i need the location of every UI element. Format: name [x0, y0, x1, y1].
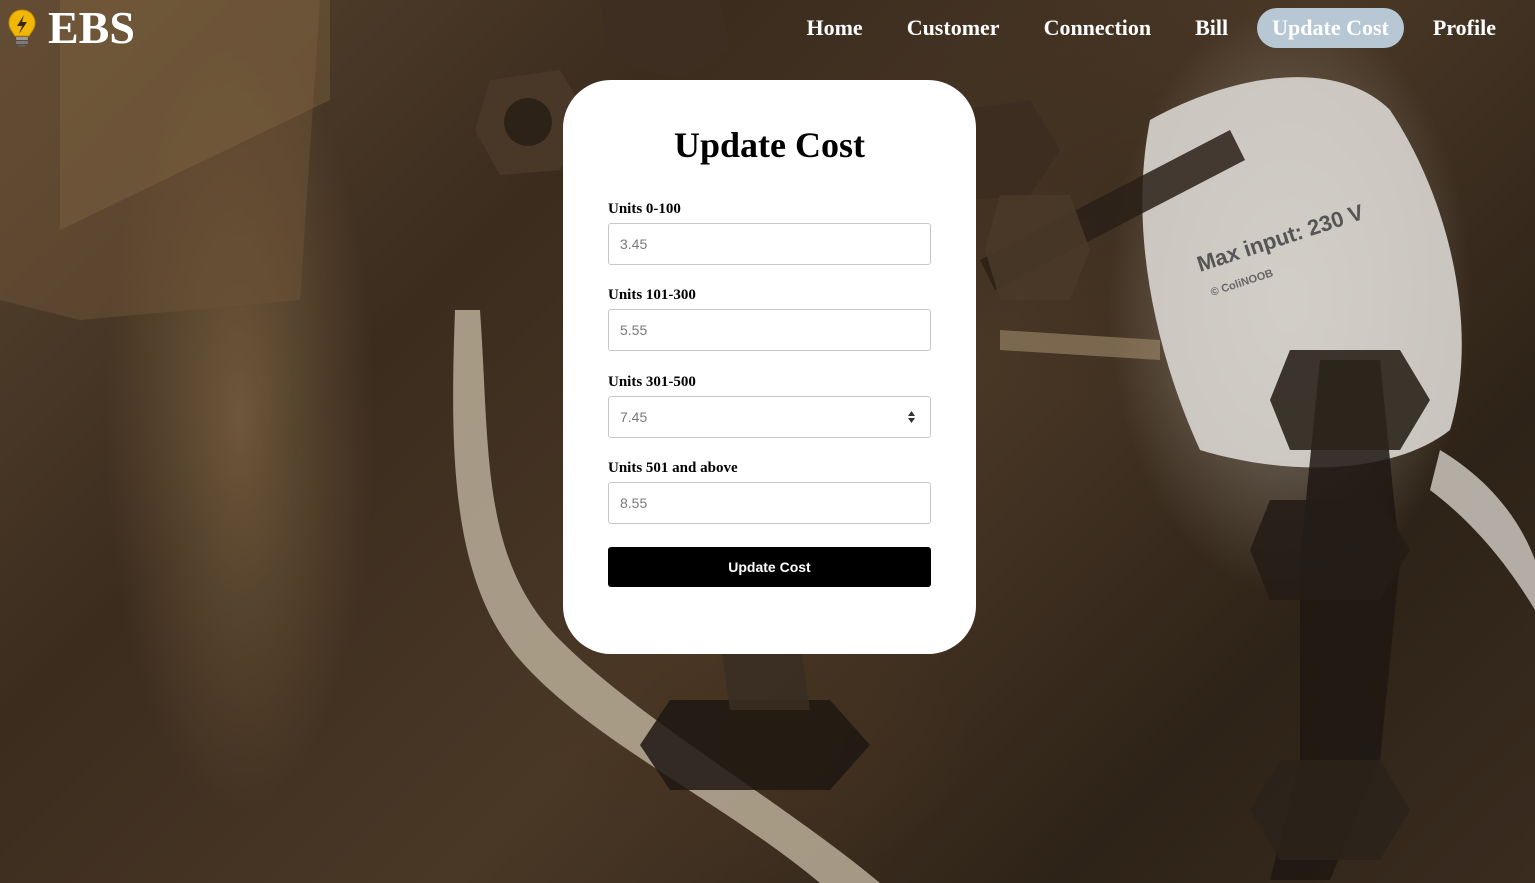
navbar: EBS Home Customer Connection Bill Update…	[0, 0, 1535, 58]
brand-name: EBS	[48, 2, 135, 53]
field-label: Units 301-500	[608, 374, 696, 390]
nav-links: Home Customer Connection Bill Update Cos…	[777, 8, 1511, 48]
nav-customer[interactable]: Customer	[892, 8, 1015, 48]
nav-bill[interactable]: Bill	[1180, 8, 1243, 48]
update-cost-button[interactable]: Update Cost	[608, 547, 931, 587]
input-box	[608, 309, 931, 351]
form-title: Update Cost	[673, 125, 865, 165]
svg-text:Max input: 230 V: Max input: 230 V	[1194, 199, 1367, 277]
field-units-0-100: Units 0-100	[608, 200, 931, 265]
field-units-501-above: Units 501 and above	[608, 459, 931, 524]
field-units-101-300: Units 101-300	[608, 286, 931, 351]
nav-update-cost[interactable]: Update Cost	[1257, 8, 1404, 48]
input-box	[608, 223, 931, 265]
nav-profile[interactable]: Profile	[1418, 8, 1511, 48]
svg-text:© ColiNOOB: © ColiNOOB	[1209, 267, 1275, 298]
field-label: Units 101-300	[608, 287, 696, 303]
field-label: Units 501 and above	[608, 460, 738, 476]
units-301-500-input[interactable]	[609, 397, 930, 437]
units-0-100-input[interactable]	[609, 224, 930, 264]
brand[interactable]: EBS	[6, 4, 135, 52]
field-label: Units 0-100	[608, 201, 681, 217]
input-box	[608, 396, 931, 438]
units-101-300-input[interactable]	[609, 310, 930, 350]
units-501-above-input[interactable]	[609, 483, 930, 523]
lightbulb-bolt-icon	[8, 9, 36, 47]
update-cost-card: Update Cost Units 0-100 Units 101-300 Un…	[563, 80, 976, 654]
nav-home[interactable]: Home	[791, 8, 877, 48]
number-spinner-icon[interactable]	[907, 410, 916, 424]
input-box	[608, 482, 931, 524]
nav-connection[interactable]: Connection	[1029, 8, 1167, 48]
field-units-301-500: Units 301-500	[608, 373, 931, 438]
